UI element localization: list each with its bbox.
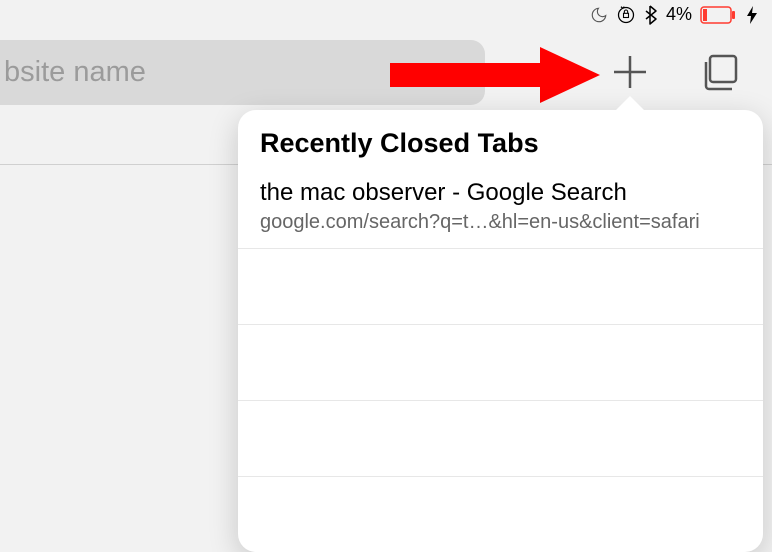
moon-icon: [590, 6, 608, 24]
popover-empty-row: [238, 476, 763, 552]
plus-icon: [610, 52, 650, 92]
recently-closed-item-url: google.com/search?q=t…&hl=en-us&client=s…: [260, 211, 741, 234]
battery-icon: [700, 6, 738, 24]
popover-empty-row: [238, 248, 763, 324]
charging-icon: [746, 6, 758, 24]
recently-closed-item[interactable]: the mac observer - Google Search google.…: [238, 171, 763, 248]
popover-caret: [616, 96, 644, 110]
bluetooth-icon: [644, 5, 658, 25]
new-tab-button[interactable]: [608, 50, 652, 94]
recently-closed-item-title: the mac observer - Google Search: [260, 179, 741, 207]
tabs-icon: [698, 50, 742, 94]
tabs-button[interactable]: [695, 50, 745, 94]
status-bar: 4%: [590, 4, 758, 25]
rotation-lock-icon: [616, 5, 636, 25]
popover-empty-row: [238, 324, 763, 400]
address-bar[interactable]: bsite name: [0, 40, 485, 105]
address-placeholder: bsite name: [4, 56, 146, 89]
popover-title: Recently Closed Tabs: [238, 110, 763, 171]
popover-empty-row: [238, 400, 763, 476]
recently-closed-popover: Recently Closed Tabs the mac observer - …: [238, 110, 763, 552]
battery-percentage: 4%: [666, 4, 692, 25]
